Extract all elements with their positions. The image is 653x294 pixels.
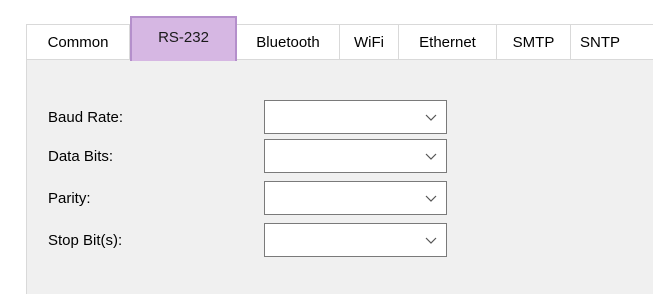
parity-label: Parity:: [48, 190, 91, 207]
tab-sntp[interactable]: SNTP: [571, 24, 653, 60]
tab-wifi[interactable]: WiFi: [340, 24, 399, 60]
tab-label: SMTP: [512, 34, 555, 51]
tab-bluetooth[interactable]: Bluetooth: [237, 24, 340, 60]
tab-label: Ethernet: [419, 34, 476, 51]
tab-strip: Common RS-232 Bluetooth WiFi Ethernet SM…: [26, 16, 653, 61]
tab-label: Bluetooth: [256, 34, 320, 51]
tab-label: SNTP: [580, 34, 621, 51]
tab-label: RS-232: [158, 29, 209, 46]
rs232-tab-panel: Baud Rate: Data Bits: Parity: Stop Bit(s…: [26, 59, 653, 294]
tab-ethernet[interactable]: Ethernet: [399, 24, 497, 60]
chevron-down-icon: [425, 195, 437, 202]
tab-smtp[interactable]: SMTP: [497, 24, 571, 60]
rs232-settings-window: Common RS-232 Bluetooth WiFi Ethernet SM…: [0, 0, 653, 294]
tab-label: Common: [47, 34, 109, 51]
baud-rate-select[interactable]: [264, 100, 447, 134]
stop-bits-label: Stop Bit(s):: [48, 232, 123, 249]
parity-select[interactable]: [264, 181, 447, 215]
tab-common[interactable]: Common: [26, 24, 130, 60]
stop-bits-select[interactable]: [264, 223, 447, 257]
chevron-down-icon: [425, 153, 437, 160]
data-bits-select[interactable]: [264, 139, 447, 173]
chevron-down-icon: [425, 237, 437, 244]
tab-rs232[interactable]: RS-232: [130, 16, 237, 61]
data-bits-label: Data Bits:: [48, 148, 114, 165]
baud-rate-label: Baud Rate:: [48, 109, 124, 126]
tab-label: WiFi: [354, 34, 384, 51]
chevron-down-icon: [425, 114, 437, 121]
